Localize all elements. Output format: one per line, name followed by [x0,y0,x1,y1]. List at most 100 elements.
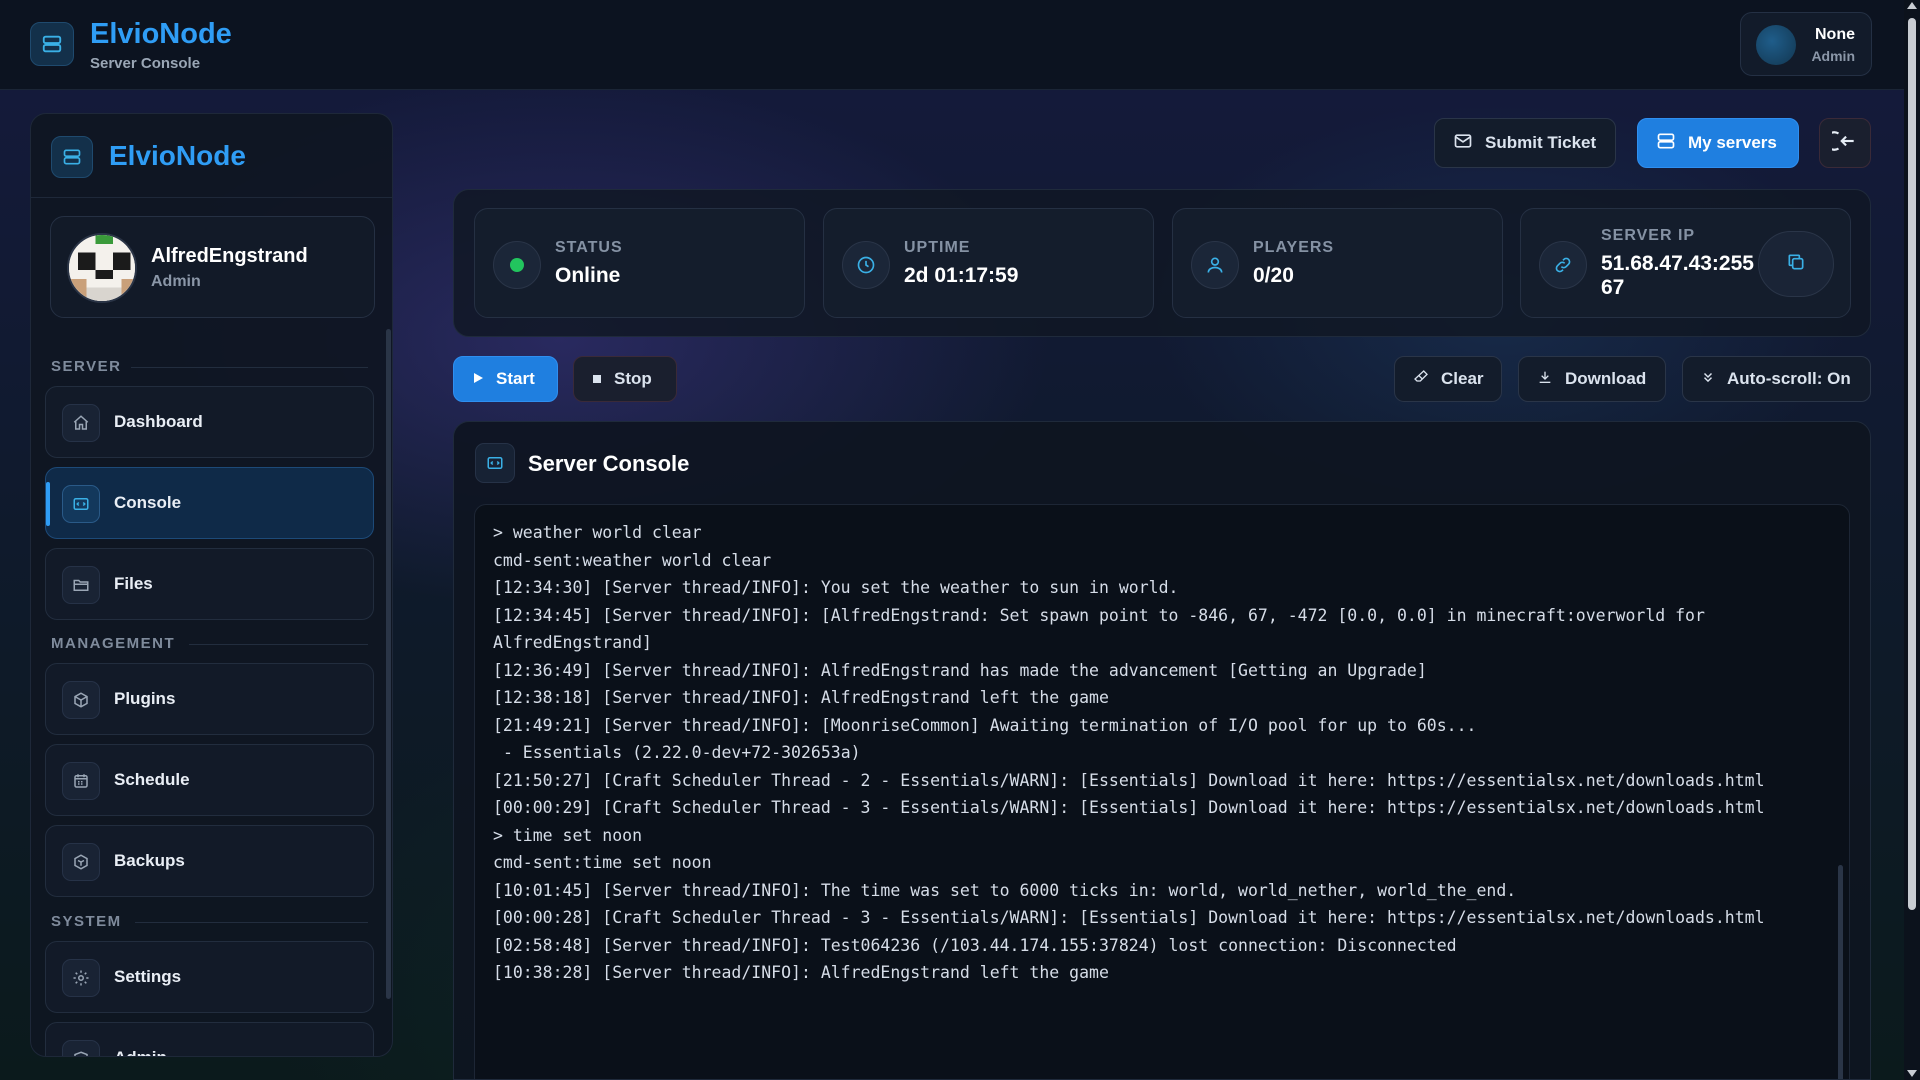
sidebar-item-console[interactable]: Console [45,467,374,539]
stop-label: Stop [614,369,652,388]
server-ip-label: SERVER IP [1601,227,1696,244]
gear-icon [62,959,100,997]
status-value: Online [555,264,621,287]
console-line: cmd-sent:weather world clear [493,550,772,570]
sidebar-item-dashboard[interactable]: Dashboard [45,386,374,458]
page-scrollbar[interactable] [1904,0,1920,1080]
status-card: STATUS Online [474,208,805,318]
server-icon [51,136,93,178]
autoscroll-toggle[interactable]: Auto-scroll: On [1682,356,1871,402]
profile-role: Admin [151,273,201,290]
sidebar-brand[interactable]: ElvioNode [109,140,246,172]
avatar [1756,25,1796,65]
profile-avatar [67,233,137,303]
sidebar-item-label: Backups [114,851,185,870]
sidebar-item-plugins[interactable]: Plugins [45,663,374,735]
copy-icon [1786,252,1806,277]
app-subtitle: Server Console [90,55,201,72]
user-profile-card[interactable]: AlfredEngstrand Admin [50,216,375,318]
console-line: [12:34:30] [Server thread/INFO]: You set… [493,578,1179,597]
players-card: PLAYERS 0/20 [1172,208,1503,318]
console-line: [00:00:28] [Craft Scheduler Thread - 3 -… [493,908,1765,927]
sidebar-item-label: Settings [114,967,182,986]
divider [135,922,368,923]
sidebar-item-settings[interactable]: Settings [45,941,374,1013]
players-label: PLAYERS [1253,239,1335,256]
folder-icon [62,566,100,604]
app-title[interactable]: ElvioNode [90,18,232,51]
console-line: [12:34:45] [Server thread/INFO]: [Alfred… [493,605,1715,653]
play-icon [472,369,484,389]
sidebar-item-files[interactable]: Files [45,548,374,620]
divider [189,644,368,645]
server-ip-card: SERVER IP 51.68.47.43:25567 [1520,208,1851,318]
my-servers-label: My servers [1688,133,1777,152]
sidebar-scrollbar[interactable] [386,329,391,999]
console-line: - Essentials (2.22.0-dev+72-302653a) [493,743,861,762]
start-label: Start [496,369,535,388]
clear-label: Clear [1441,369,1484,388]
shield-icon [62,1040,100,1056]
sidebar-item-label: Plugins [114,689,176,708]
archive-icon [62,843,100,881]
download-button[interactable]: Download [1518,356,1666,402]
submit-ticket-button[interactable]: Submit Ticket [1434,118,1616,168]
console-line: [10:38:28] [Server thread/INFO]: AlfredE… [493,963,1109,982]
stop-icon [592,369,602,389]
console-output[interactable]: > weather world clear cmd-sent:weather w… [474,504,1850,1079]
profile-name: AlfredEngstrand [151,245,308,267]
server-ip-value[interactable]: 51.68.47.43:25567 [1601,252,1761,300]
console-line: > weather world clear [493,523,702,542]
logout-icon [1824,128,1858,159]
logout-button[interactable] [1819,118,1871,168]
uptime-card: UPTIME 2d 01:17:59 [823,208,1154,318]
server-icon [30,22,74,66]
account-name: None [1815,26,1855,43]
status-dot-icon [493,241,541,289]
sidebar-item-label: Schedule [114,770,190,789]
sidebar-item-label: Dashboard [114,412,203,431]
my-servers-button[interactable]: My servers [1637,118,1799,168]
sidebar-item-label: Files [114,574,153,593]
account-menu[interactable]: None Admin [1740,12,1872,76]
home-icon [62,404,100,442]
console-line: cmd-sent:time set noon [493,853,712,872]
scrollbar-thumb[interactable] [1908,18,1916,910]
terminal-icon [475,443,515,483]
console-line: [00:00:29] [Craft Scheduler Thread - 3 -… [493,798,1765,817]
stop-button[interactable]: Stop [573,356,677,402]
sidebar: ElvioNode AlfredEngstrand Admin SERVER D… [30,113,393,1057]
sidebar-item-label: Admin [114,1048,167,1056]
link-icon [1539,241,1587,289]
top-bar: ElvioNode Server Console None Admin [0,0,1904,90]
console-line: [10:01:45] [Server thread/INFO]: The tim… [493,880,1517,900]
scroll-down-icon[interactable] [1907,1070,1917,1077]
console-title: Server Console [528,451,690,476]
calendar-icon [62,762,100,800]
terminal-icon [62,485,100,523]
mail-icon [1453,131,1473,156]
server-icon [1656,131,1676,156]
clock-icon [842,241,890,289]
submit-ticket-label: Submit Ticket [1485,133,1597,152]
start-button[interactable]: Start [453,356,558,402]
user-icon [1191,241,1239,289]
uptime-value: 2d 01:17:59 [904,264,1019,287]
console-scrollbar[interactable] [1838,865,1843,1079]
download-label: Download [1565,369,1647,388]
console-line: [12:36:49] [Server thread/INFO]: AlfredE… [493,660,1427,680]
console-line: [02:58:48] [Server thread/INFO]: Test064… [493,935,1457,955]
copy-ip-button[interactable] [1758,231,1834,297]
sidebar-item-schedule[interactable]: Schedule [45,744,374,816]
section-management: MANAGEMENT [51,635,176,652]
console-line: [21:50:27] [Craft Scheduler Thread - 2 -… [493,770,1765,790]
sidebar-item-admin[interactable]: Admin [45,1022,374,1056]
sidebar-header: ElvioNode [31,114,392,198]
scroll-up-icon[interactable] [1907,2,1917,9]
section-server: SERVER [51,358,122,375]
autoscroll-label: Auto-scroll: On [1727,369,1851,388]
console-line: [21:49:21] [Server thread/INFO]: [Moonri… [493,715,1477,735]
sidebar-item-backups[interactable]: Backups [45,825,374,897]
clear-button[interactable]: Clear [1394,356,1502,402]
sidebar-item-label: Console [114,493,182,512]
